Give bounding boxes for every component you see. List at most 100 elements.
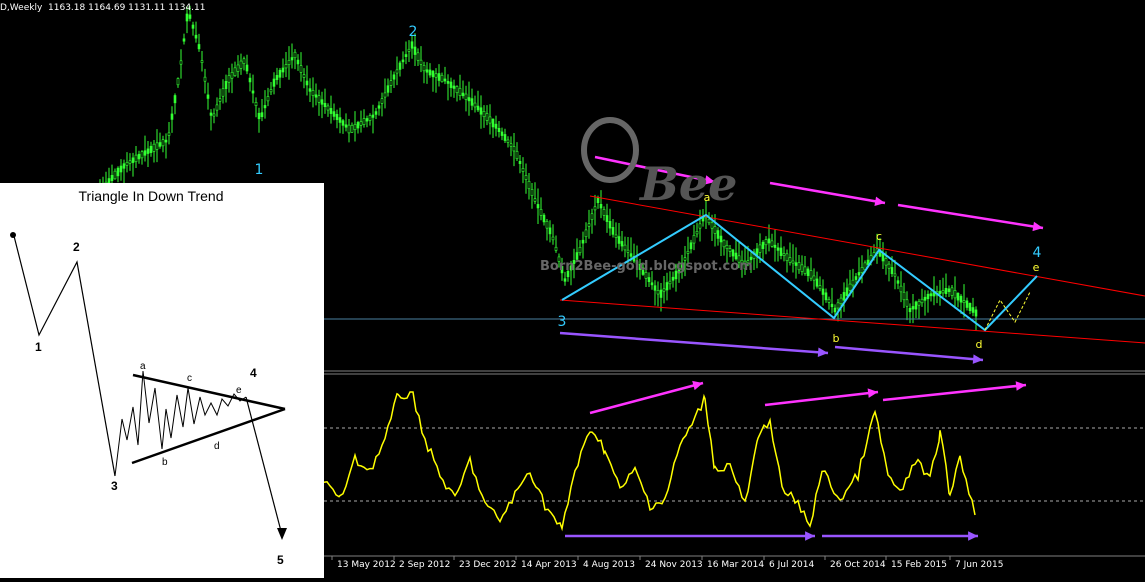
arrow-bottom-1-head (817, 347, 828, 358)
price-candle (164, 139, 168, 143)
price-candle (911, 306, 915, 310)
price-candle (464, 93, 468, 100)
price-candle (710, 222, 714, 229)
price-candle (143, 150, 147, 156)
price-candle (287, 60, 291, 65)
price-candle (827, 299, 831, 303)
price-candle (518, 161, 522, 164)
price-candle (152, 143, 156, 152)
price-candle (212, 113, 216, 117)
wave-label-2: 2 (409, 24, 418, 40)
price-candle (719, 235, 723, 243)
price-candle (215, 104, 219, 111)
price-candle (779, 247, 783, 256)
price-candle (419, 59, 423, 65)
price-candle (443, 78, 447, 82)
inset-title: Triangle In Down Trend (78, 188, 224, 204)
price-candle (809, 270, 813, 279)
price-candle (371, 114, 375, 118)
price-candle (473, 102, 477, 108)
price-candle (605, 215, 609, 222)
price-candle (218, 98, 222, 102)
price-candle (776, 247, 780, 251)
price-candle (713, 226, 717, 234)
price-candle (470, 98, 474, 106)
price-candle (617, 236, 621, 244)
price-candle (233, 67, 237, 76)
price-candle (269, 89, 273, 93)
price-candle (830, 303, 834, 308)
price-candle (431, 70, 435, 78)
price-candle (506, 139, 510, 143)
price-candle (161, 139, 165, 147)
price-candle (467, 97, 471, 102)
price-candle (794, 262, 798, 266)
wave-label-1: 1 (255, 162, 264, 178)
price-candle (950, 287, 954, 296)
price-candle (209, 112, 213, 116)
price-candle (194, 34, 198, 39)
inset-lower-boundary (131, 407, 286, 465)
price-candle (428, 69, 432, 76)
price-candle (782, 253, 786, 256)
price-candle (314, 94, 318, 98)
price-candle (335, 113, 339, 121)
inset-arrowhead (277, 528, 287, 540)
inset-panel: 1 2 3 4 5 a b c d e (0, 183, 324, 578)
price-candle (959, 295, 963, 303)
price-candle (857, 272, 861, 276)
price-candle (851, 279, 855, 286)
lower-trendline (559, 299, 1145, 344)
price-candle (902, 291, 906, 301)
price-candle (350, 124, 354, 133)
watermark-text: Bee (638, 157, 737, 211)
price-candle (590, 213, 594, 220)
x-tick-label: 13 May 2012 (337, 560, 396, 570)
price-candle (929, 293, 933, 297)
price-candle (356, 122, 360, 129)
x-tick-label: 24 Nov 2013 (645, 560, 703, 570)
price-candle (530, 189, 534, 196)
price-candle (329, 108, 333, 114)
watermark-url: Born2Bee-gold.blogspot.com (540, 259, 753, 274)
price-candle (623, 244, 627, 251)
price-candle (629, 253, 633, 257)
wave-label-e: e (1033, 261, 1040, 274)
price-candle (119, 165, 123, 173)
price-candle (602, 209, 606, 216)
price-candle (239, 60, 243, 69)
price-candle (353, 123, 357, 131)
price-candle (848, 283, 852, 291)
price-candle (167, 132, 171, 136)
price-candle (515, 150, 519, 160)
price-candle (416, 52, 420, 61)
inset-diagram: 1 2 3 4 5 a b c d e (10, 232, 287, 567)
x-tick-label: 2 Sep 2012 (399, 560, 450, 570)
price-candle (308, 88, 312, 92)
price-candle (452, 85, 456, 89)
price-candle (332, 111, 336, 117)
price-candle (824, 292, 828, 301)
price-candle (941, 290, 945, 294)
price-candle (251, 90, 255, 94)
price-candle (146, 148, 150, 154)
price-candle (149, 145, 153, 153)
price-candle (248, 77, 252, 83)
price-candle (800, 264, 804, 272)
inset-label-b: b (162, 457, 168, 468)
price-candle (197, 44, 201, 50)
price-candle (599, 204, 603, 209)
price-candle (377, 105, 381, 109)
price-candle (488, 116, 492, 124)
price-candle (974, 309, 978, 317)
price-candle (962, 300, 966, 303)
price-candle (446, 81, 450, 84)
price-candle (125, 162, 129, 166)
price-candle (896, 280, 900, 284)
oscillator-line (323, 391, 976, 532)
wave-label-b: b (833, 332, 840, 345)
price-candle (686, 251, 690, 254)
price-candle (698, 223, 702, 229)
price-candle (155, 142, 159, 150)
price-candle (728, 248, 732, 252)
